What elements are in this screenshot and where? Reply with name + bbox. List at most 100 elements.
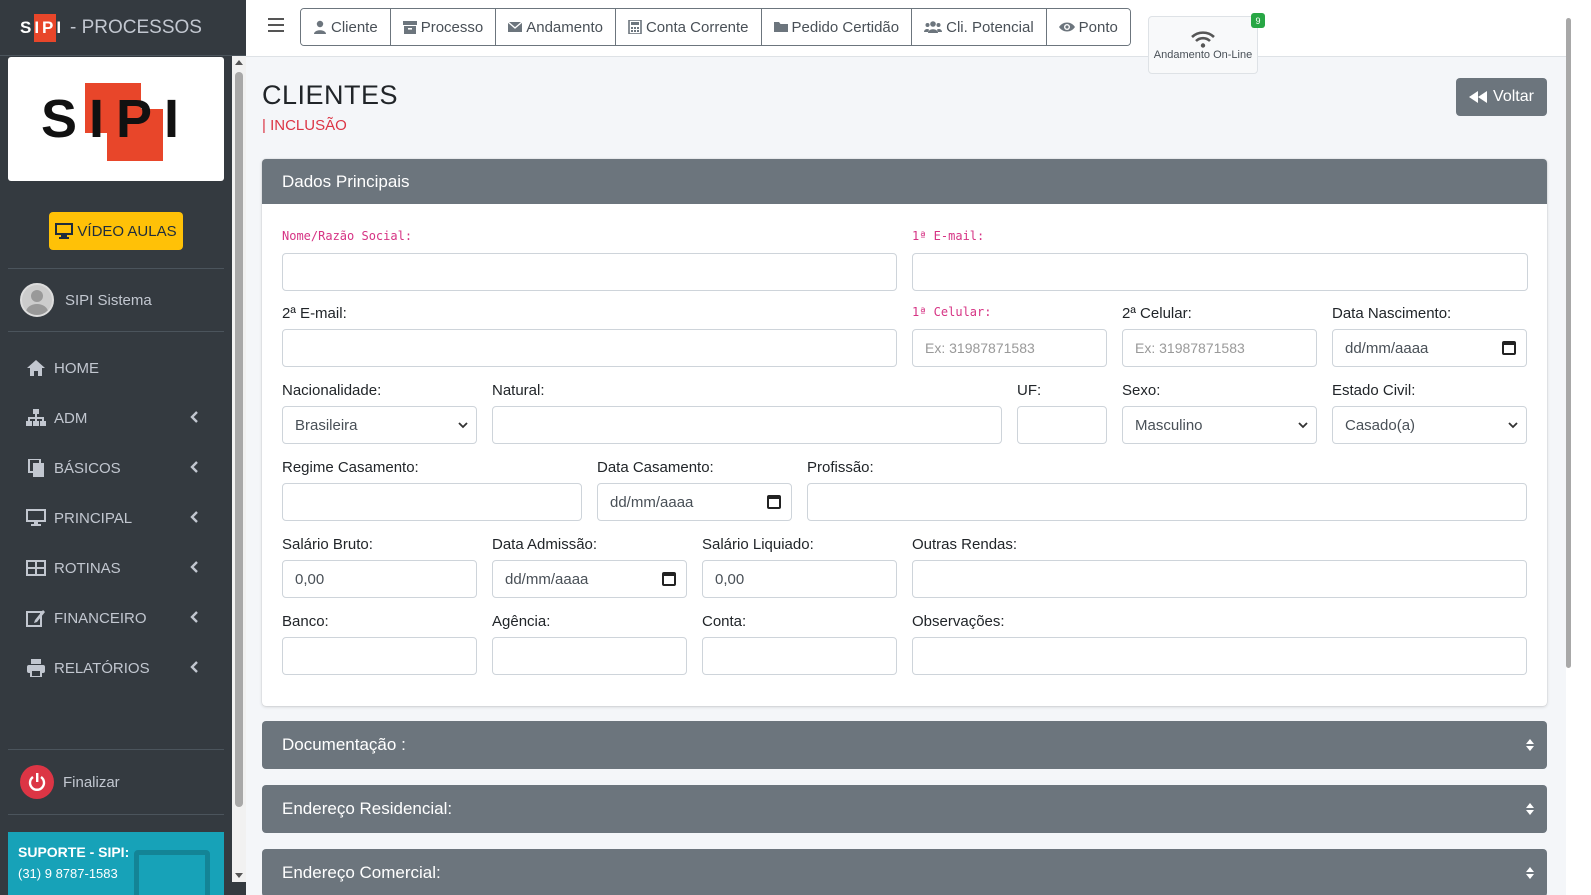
sidebar-item-relatorios[interactable]: RELATÓRIOS <box>8 643 224 693</box>
sitemap-icon <box>26 409 46 426</box>
conta-corrente-button[interactable]: Conta Corrente <box>615 9 762 45</box>
section-title: Documentação : <box>282 735 406 754</box>
chevron-down-icon <box>458 422 468 429</box>
email1-input[interactable] <box>912 253 1528 291</box>
data-casamento-input[interactable]: dd/mm/aaaa <box>597 483 792 521</box>
back-button[interactable]: Voltar <box>1456 78 1547 116</box>
notification-badge: 9 <box>1251 13 1265 28</box>
celular1-input[interactable]: Ex: 31987871583 <box>912 329 1107 367</box>
sidebar-item-financeiro[interactable]: FINANCEIRO <box>8 593 224 643</box>
video-aulas-button[interactable]: VÍDEO AULAS <box>49 212 183 250</box>
users-icon <box>924 21 943 33</box>
salario-bruto-label: Salário Bruto: <box>282 536 373 553</box>
top-navbar: Cliente Processo Andamento Conta Corrent… <box>246 0 1566 74</box>
email2-input[interactable] <box>282 329 897 367</box>
celular2-input[interactable]: Ex: 31987871583 <box>1122 329 1317 367</box>
logout-button[interactable]: Finalizar <box>8 749 224 815</box>
sidebar-item-rotinas[interactable]: ROTINAS <box>8 543 224 593</box>
page-scrollbar[interactable] <box>1566 0 1591 895</box>
chevron-left-icon <box>190 561 198 573</box>
menu-toggle-icon[interactable] <box>268 18 284 34</box>
chevron-down-icon <box>1508 422 1518 429</box>
nacionalidade-value: Brasileira <box>295 416 358 434</box>
data-admissao-field-group: Data Admissão: dd/mm/aaaa <box>492 536 687 598</box>
outras-rendas-input[interactable] <box>912 560 1527 598</box>
section-documentacao[interactable]: Documentação : <box>262 721 1547 769</box>
user-panel[interactable]: SIPI Sistema <box>8 268 224 332</box>
chevron-left-icon <box>190 461 198 473</box>
section-endereco-comercial[interactable]: Endereço Comercial: <box>262 849 1547 895</box>
sidebar-logo: SIPI <box>8 57 224 181</box>
uf-field-group: UF: <box>1017 382 1107 444</box>
pedido-certidao-button[interactable]: Pedido Certidão <box>761 9 913 45</box>
data-admissao-label: Data Admissão: <box>492 536 598 553</box>
agencia-label: Agência: <box>492 613 551 630</box>
logout-label: Finalizar <box>63 773 120 791</box>
salario-bruto-input[interactable]: 0,00 <box>282 560 477 598</box>
calculator-icon <box>628 20 642 34</box>
observacoes-input[interactable] <box>912 637 1527 675</box>
sidebar-item-adm[interactable]: ADM <box>8 393 224 443</box>
calendar-icon[interactable] <box>662 572 676 586</box>
chevron-down-icon <box>1298 422 1308 429</box>
data-nascimento-input[interactable]: dd/mm/aaaa <box>1332 329 1527 367</box>
sidebar-item-label: HOME <box>54 359 99 377</box>
sort-icon <box>1526 803 1535 815</box>
brand-link[interactable]: SIPI - PROCESSOS <box>0 0 246 56</box>
conta-input[interactable] <box>702 637 897 675</box>
nacionalidade-select[interactable]: Brasileira <box>282 406 477 444</box>
ponto-button-label: Ponto <box>1078 18 1118 36</box>
estado-civil-field-group: Estado Civil: Casado(a) <box>1332 382 1527 444</box>
regime-casamento-input[interactable] <box>282 483 582 521</box>
brand-logo-text: SIPI <box>20 17 65 37</box>
uf-input[interactable] <box>1017 406 1107 444</box>
conta-field-group: Conta: <box>702 613 897 675</box>
banco-field-group: Banco: <box>282 613 477 675</box>
email1-label: 1ª E-mail: <box>912 229 985 243</box>
salario-liquido-input[interactable]: 0,00 <box>702 560 897 598</box>
andamento-online-button[interactable]: Andamento On-Line 9 <box>1148 13 1265 74</box>
cliente-button[interactable]: Cliente <box>301 9 391 45</box>
nacionalidade-label: Nacionalidade: <box>282 382 382 399</box>
sexo-value: Masculino <box>1135 416 1203 434</box>
observacoes-field-group: Observações: <box>912 613 1527 675</box>
uf-label: UF: <box>1017 382 1042 399</box>
andamento-button[interactable]: Andamento <box>496 9 616 45</box>
chevron-left-icon <box>190 661 198 673</box>
cli-potencial-button[interactable]: Cli. Potencial <box>912 9 1047 45</box>
profissao-input[interactable] <box>807 483 1527 521</box>
sidebar-item-basicos[interactable]: BÁSICOS <box>8 443 224 493</box>
sidebar-item-home[interactable]: HOME <box>8 343 224 393</box>
banco-input[interactable] <box>282 637 477 675</box>
banco-label: Banco: <box>282 613 329 630</box>
estado-civil-select[interactable]: Casado(a) <box>1332 406 1527 444</box>
sexo-select[interactable]: Masculino <box>1122 406 1317 444</box>
calendar-icon[interactable] <box>1502 341 1516 355</box>
date-placeholder: dd/mm/aaaa <box>1345 339 1429 357</box>
natural-input[interactable] <box>492 406 1002 444</box>
sidebar-item-label: RELATÓRIOS <box>54 659 150 677</box>
section-endereco-residencial[interactable]: Endereço Residencial: <box>262 785 1547 833</box>
chevron-left-icon <box>190 411 198 423</box>
nome-input[interactable] <box>282 253 897 291</box>
copy-icon <box>28 459 44 477</box>
sidebar-item-label: ROTINAS <box>54 559 121 577</box>
salario-liquido-field-group: Salário Liquiado: 0,00 <box>702 536 897 598</box>
back-button-label: Voltar <box>1493 88 1534 105</box>
cli-potencial-button-label: Cli. Potencial <box>946 18 1034 36</box>
email2-label: 2ª E-mail: <box>282 305 347 322</box>
calendar-icon[interactable] <box>767 495 781 509</box>
sidebar-item-principal[interactable]: PRINCIPAL <box>8 493 224 543</box>
agencia-input[interactable] <box>492 637 687 675</box>
envelope-icon <box>508 21 523 32</box>
observacoes-label: Observações: <box>912 613 1005 630</box>
data-admissao-input[interactable]: dd/mm/aaaa <box>492 560 687 598</box>
ponto-button[interactable]: Ponto <box>1046 9 1130 45</box>
data-casamento-field-group: Data Casamento: dd/mm/aaaa <box>597 459 792 521</box>
processo-button[interactable]: Processo <box>390 9 497 45</box>
nome-field-group: Nome/Razão Social: <box>282 229 897 291</box>
sidebar-scrollbar[interactable] <box>232 56 246 882</box>
support-box: SUPORTE - SIPI: (31) 9 8787-1583 <box>8 832 224 895</box>
salario-liquido-label: Salário Liquiado: <box>702 536 814 553</box>
pedido-certidao-button-label: Pedido Certidão <box>791 18 900 36</box>
